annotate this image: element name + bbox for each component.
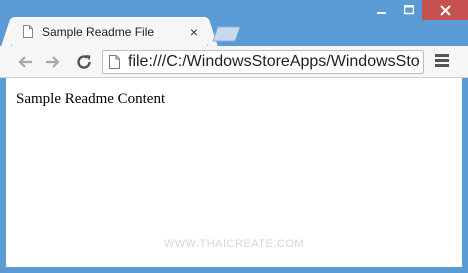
- maximize-button[interactable]: [396, 0, 422, 20]
- new-tab-button[interactable]: [212, 26, 242, 42]
- minimize-icon: [377, 12, 386, 14]
- forward-button[interactable]: [44, 53, 62, 71]
- tab-sample-readme[interactable]: Sample Readme File ×: [12, 17, 207, 46]
- watermark: WWW.THAICREATE.COM: [163, 238, 305, 250]
- close-icon: [439, 4, 451, 16]
- close-window-button[interactable]: [422, 0, 468, 20]
- back-button[interactable]: [16, 53, 34, 71]
- document-icon: [23, 25, 33, 38]
- window-controls: [368, 0, 468, 20]
- hamburger-menu-icon[interactable]: [435, 54, 451, 70]
- title-bar: Sample Readme File ×: [0, 0, 468, 46]
- url-text[interactable]: file:///C:/WindowsStoreApps/WindowsSto: [128, 53, 420, 71]
- tab-close-button[interactable]: ×: [187, 25, 201, 39]
- page-viewport: Sample Readme Content WWW.THAICREATE.COM: [0, 78, 468, 273]
- reload-button[interactable]: [75, 53, 93, 71]
- back-arrow-icon: [18, 56, 32, 68]
- maximize-icon: [404, 5, 414, 15]
- browser-window: Sample Readme File × file:///C:/WindowsS…: [0, 0, 468, 273]
- tab-title: Sample Readme File: [42, 24, 155, 39]
- address-bar[interactable]: file:///C:/WindowsStoreApps/WindowsSto: [102, 50, 424, 74]
- browser-toolbar: file:///C:/WindowsStoreApps/WindowsSto: [0, 46, 468, 78]
- minimize-button[interactable]: [368, 0, 396, 20]
- reload-icon: [77, 55, 91, 69]
- forward-arrow-icon: [46, 56, 60, 68]
- document-icon: [109, 55, 120, 69]
- page-content-text: Sample Readme Content: [16, 91, 166, 107]
